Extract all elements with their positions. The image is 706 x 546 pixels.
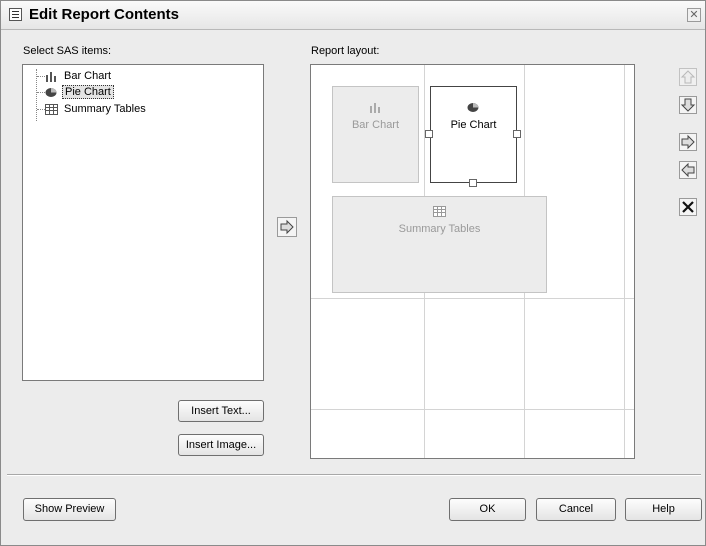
resize-handle-bottom[interactable] [469, 179, 477, 187]
pie-chart-icon [431, 102, 516, 116]
move-down-icon [680, 98, 696, 112]
show-preview-button[interactable]: Show Preview [23, 498, 116, 521]
dialog-title: Edit Report Contents [29, 6, 179, 23]
table-icon [45, 103, 58, 115]
block-label: Summary Tables [398, 223, 481, 235]
move-up-button[interactable] [679, 68, 697, 86]
report-layout-canvas[interactable]: Bar Chart Pie Chart Summary Tables [310, 64, 635, 459]
close-icon: ✕ [689, 9, 699, 21]
tree-item-bar-chart[interactable]: Bar Chart [45, 68, 113, 84]
layout-block-bar-chart[interactable]: Bar Chart [332, 86, 419, 183]
dialog-icon [9, 8, 22, 21]
report-layout-label: Report layout: [311, 45, 380, 57]
delete-icon [682, 201, 694, 213]
title-bar[interactable]: Edit Report Contents ✕ [1, 1, 705, 30]
insert-text-button[interactable]: Insert Text... [178, 400, 264, 422]
move-left-button[interactable] [679, 161, 697, 179]
pie-chart-icon [45, 87, 58, 98]
tree-item-summary-tables[interactable]: Summary Tables [45, 101, 148, 117]
ok-button[interactable]: OK [449, 498, 526, 521]
move-up-icon [680, 70, 696, 84]
close-button[interactable]: ✕ [687, 8, 701, 22]
move-down-button[interactable] [679, 96, 697, 114]
move-left-icon [681, 162, 695, 178]
resize-handle-left[interactable] [425, 130, 433, 138]
add-to-layout-button[interactable] [277, 217, 297, 237]
table-icon [333, 206, 546, 220]
cancel-button[interactable]: Cancel [536, 498, 616, 521]
layout-block-summary-tables[interactable]: Summary Tables [332, 196, 547, 293]
tree-item-label: Summary Tables [64, 103, 146, 115]
tree-item-label: Pie Chart [62, 85, 114, 99]
footer-separator [7, 474, 701, 476]
tree-item-pie-chart[interactable]: Pie Chart [45, 84, 114, 100]
help-button[interactable]: Help [625, 498, 702, 521]
edit-report-contents-dialog: Edit Report Contents ✕ Select SAS items:… [0, 0, 706, 546]
bar-chart-icon [45, 71, 58, 82]
block-label: Bar Chart [351, 119, 400, 131]
sas-items-tree[interactable]: Bar Chart Pie Chart Summary Tables [22, 64, 264, 381]
delete-button[interactable] [679, 198, 697, 216]
arrow-right-icon [280, 219, 294, 235]
move-right-icon [681, 134, 695, 150]
layout-block-pie-chart[interactable]: Pie Chart [430, 86, 517, 183]
move-right-button[interactable] [679, 133, 697, 151]
resize-handle-right[interactable] [513, 130, 521, 138]
tree-item-label: Bar Chart [64, 70, 112, 82]
block-label: Pie Chart [450, 119, 497, 131]
select-sas-items-label: Select SAS items: [23, 45, 112, 57]
bar-chart-icon [333, 102, 418, 116]
insert-image-button[interactable]: Insert Image... [178, 434, 264, 456]
